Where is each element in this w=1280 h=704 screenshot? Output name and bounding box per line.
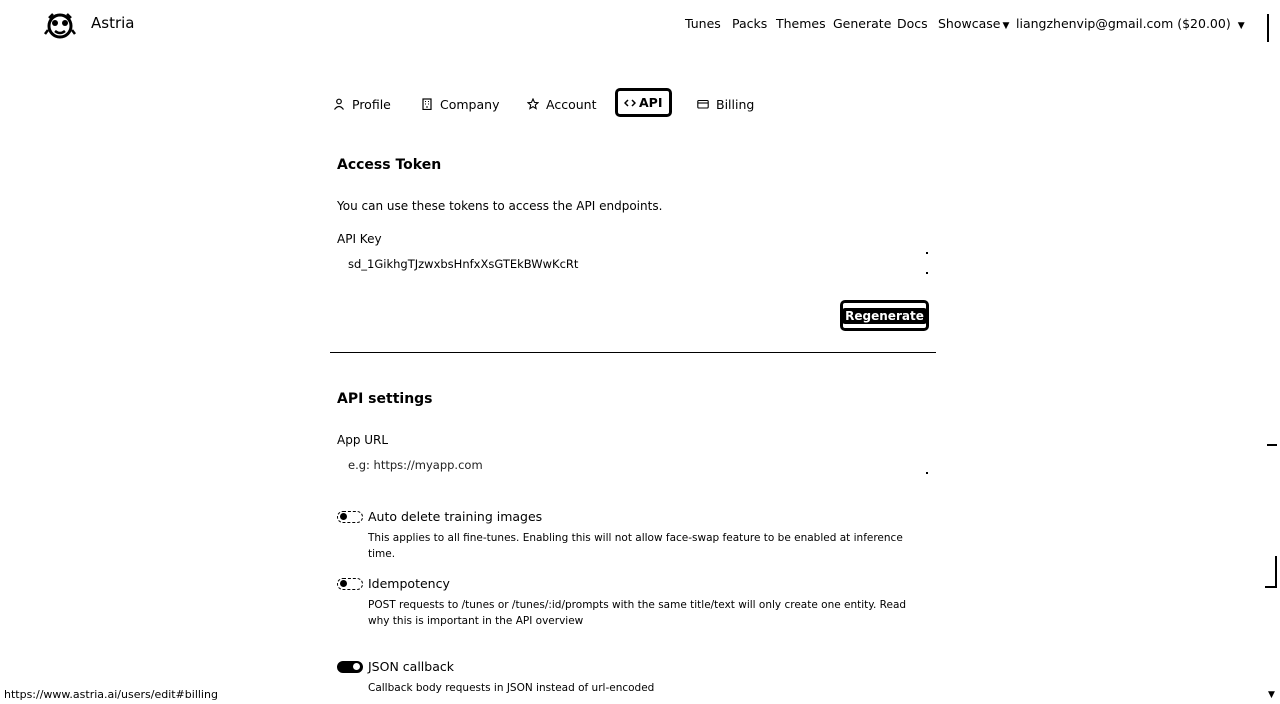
field-border-mark xyxy=(926,472,928,474)
idempotency-title: Idempotency xyxy=(368,576,450,591)
api-key-value: sd_1GikhgTJzwxbsHnfxXsGTEkBWwKcRt xyxy=(348,257,579,271)
tab-label: Company xyxy=(440,96,500,112)
tab-account[interactable]: Account xyxy=(527,94,596,114)
chevron-down-icon: ▼ xyxy=(1002,21,1010,31)
nav-generate[interactable]: Generate xyxy=(833,16,891,31)
field-border-mark xyxy=(926,252,928,254)
toggle-knob xyxy=(353,663,360,670)
json-callback-description: Callback body requests in JSON instead o… xyxy=(368,682,655,694)
tab-label: Profile xyxy=(352,96,391,112)
nav-showcase[interactable]: Showcase ▼ xyxy=(938,16,1009,31)
status-bar-url: https://www.astria.ai/users/edit#billing xyxy=(0,686,222,704)
auto-delete-description: This applies to all fine-tunes. Enabling… xyxy=(368,532,903,560)
regenerate-button[interactable]: Regenerate xyxy=(840,300,929,331)
building-icon xyxy=(422,98,432,110)
page-scrollbar[interactable]: ▼ xyxy=(1265,0,1280,704)
idempotency-description: POST requests to /tunes or /tunes/:id/pr… xyxy=(368,599,907,627)
auto-delete-toggle[interactable] xyxy=(337,511,363,523)
nav-tunes[interactable]: Tunes xyxy=(685,16,721,31)
user-icon xyxy=(334,98,344,110)
tab-company[interactable]: Company xyxy=(421,94,499,114)
tab-label: Account xyxy=(546,96,597,112)
scrollbar-thumb[interactable] xyxy=(1265,556,1277,588)
access-token-heading: Access Token xyxy=(337,157,442,173)
json-callback-toggle[interactable] xyxy=(337,661,363,673)
api-key-label: API Key xyxy=(337,232,382,246)
app-url-label: App URL xyxy=(337,433,389,447)
tab-api[interactable]: API xyxy=(615,88,672,117)
nav-packs[interactable]: Packs xyxy=(732,16,767,31)
nav-docs[interactable]: Docs xyxy=(897,16,928,31)
api-key-field[interactable]: sd_1GikhgTJzwxbsHnfxXsGTEkBWwKcRt xyxy=(337,251,928,277)
tab-label: Billing xyxy=(716,96,755,112)
account-email: liangzhenvip@gmail.com ($20.00) xyxy=(1016,16,1231,31)
tab-billing[interactable]: Billing xyxy=(697,94,754,114)
auto-delete-title: Auto delete training images xyxy=(368,509,543,524)
tab-label: API xyxy=(639,95,663,110)
toggle-knob xyxy=(340,513,347,520)
app-url-placeholder: e.g: https://myapp.com xyxy=(348,458,483,472)
tab-profile[interactable]: Profile xyxy=(333,94,391,114)
nav-showcase-label: Showcase xyxy=(938,16,1001,31)
account-menu[interactable]: liangzhenvip@gmail.com ($20.00) ▼ xyxy=(1016,16,1245,31)
field-border-mark xyxy=(926,272,928,274)
json-callback-title: JSON callback xyxy=(368,659,454,674)
scrollbar-mark xyxy=(1267,444,1277,446)
chevron-down-icon: ▼ xyxy=(1237,21,1245,31)
top-navbar: Astria Tunes Packs Themes Generate Docs … xyxy=(0,0,1280,48)
code-icon xyxy=(624,98,636,107)
section-divider xyxy=(330,352,936,353)
star-icon xyxy=(527,98,539,110)
astria-logo-icon[interactable] xyxy=(44,10,76,42)
regenerate-label: Regenerate xyxy=(842,307,927,324)
toggle-knob xyxy=(340,580,347,587)
app-url-input[interactable]: e.g: https://myapp.com xyxy=(337,452,928,478)
idempotency-toggle[interactable] xyxy=(337,578,363,590)
api-settings-heading: API settings xyxy=(337,391,433,407)
access-token-description: You can use these tokens to access the A… xyxy=(337,199,663,213)
card-icon xyxy=(697,99,709,109)
brand-name[interactable]: Astria xyxy=(91,14,134,32)
nav-themes[interactable]: Themes xyxy=(776,16,826,31)
scroll-down-icon[interactable]: ▼ xyxy=(1268,690,1275,700)
